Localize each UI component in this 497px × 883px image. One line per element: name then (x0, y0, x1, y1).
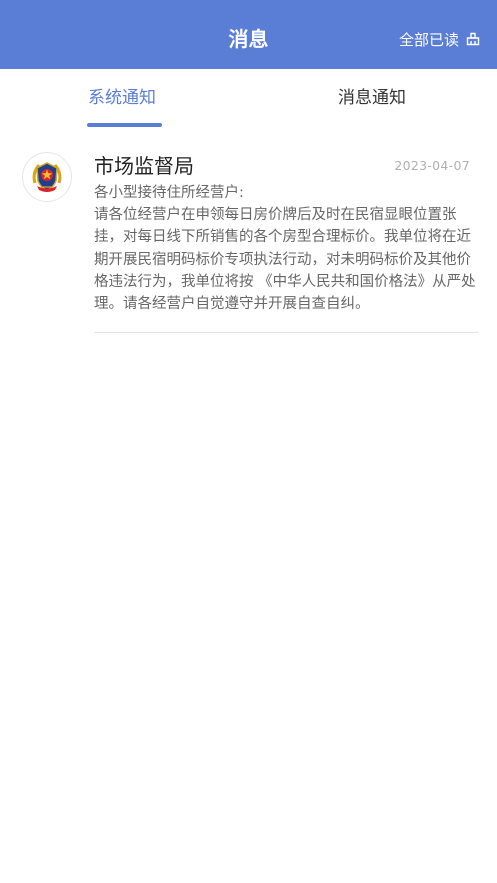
message-date: 2023-04-07 (394, 158, 470, 173)
message-sender: 市场监督局 (94, 154, 194, 178)
list-item[interactable]: 市场监督局 2023-04-07 各小型接待住所经营户: 请各位经营户在申领每日… (0, 140, 497, 334)
app-header: 消息 全部已读 (0, 0, 497, 69)
message-body: 各小型接待住所经营户: 请各位经营户在申领每日房价牌后及时在民宿显眼位置张挂，对… (94, 182, 480, 315)
tab-bar: 系统通知 消息通知 (0, 69, 497, 131)
police-emblem-icon (32, 162, 62, 192)
message-greeting: 各小型接待住所经营户: (94, 185, 244, 201)
avatar (22, 152, 72, 202)
broom-icon (466, 32, 480, 46)
tab-message-notice[interactable]: 消息通知 (338, 86, 406, 110)
mark-all-read-button[interactable]: 全部已读 (399, 28, 481, 50)
divider (94, 332, 478, 333)
tab-system-notice[interactable]: 系统通知 (88, 86, 156, 110)
message-content: 请各位经营户在申领每日房价牌后及时在民宿显眼位置张挂，对每日线下所销售的各个房型… (94, 207, 476, 313)
mark-all-read-label: 全部已读 (398, 30, 459, 49)
active-tab-indicator (87, 123, 162, 127)
